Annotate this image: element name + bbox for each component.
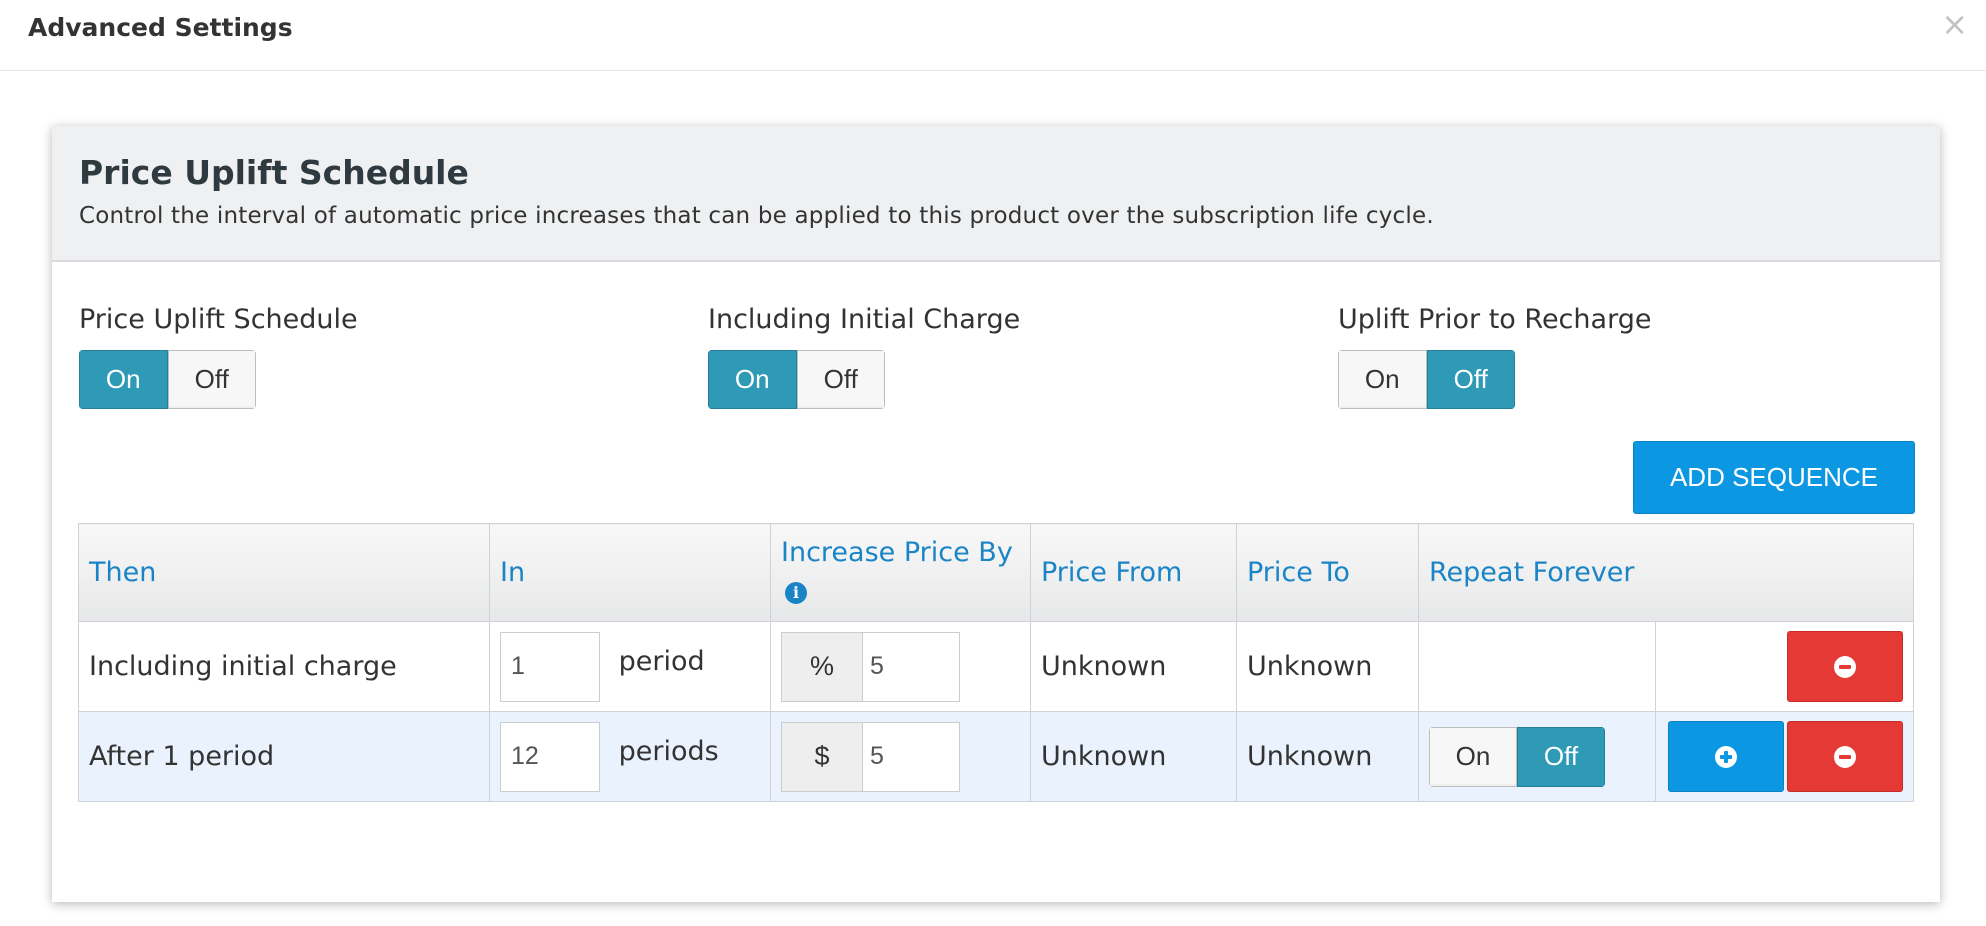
repeat-cell: On Off — [1418, 711, 1656, 802]
toggle-on-option[interactable]: On — [1338, 350, 1427, 409]
minus-circle-icon — [1834, 745, 1856, 768]
panel-title: Price Uplift Schedule — [79, 153, 469, 192]
panel-header: Price Uplift Schedule Control the interv… — [52, 126, 1940, 262]
including-initial-charge-toggle: On Off — [708, 350, 885, 409]
toggle-off-option[interactable]: Off — [1517, 726, 1605, 787]
price-from-cell: Unknown — [1030, 621, 1237, 712]
price-to-cell: Unknown — [1236, 711, 1419, 802]
header-label: Increase Price By — [781, 536, 1013, 568]
close-icon[interactable]: × — [1941, 8, 1968, 40]
column-header-price-from[interactable]: Price From — [1030, 523, 1237, 622]
increase-cell: % — [770, 621, 1031, 712]
row-actions — [1666, 721, 1903, 792]
table-row: Including initial charge period % Unknow… — [78, 621, 1914, 712]
increase-input-group: % — [781, 631, 960, 702]
toggle-label: Uplift Prior to Recharge — [1338, 304, 1652, 335]
row-actions — [1666, 631, 1903, 702]
increase-amount-input[interactable] — [862, 631, 960, 702]
then-cell: Including initial charge — [78, 621, 490, 712]
period-count-input[interactable] — [500, 631, 600, 702]
price-from-cell: Unknown — [1030, 711, 1237, 802]
toggle-label: Including Initial Charge — [708, 304, 1021, 335]
panel-description: Control the interval of automatic price … — [79, 203, 1434, 229]
modal-header: Advanced Settings × — [0, 0, 1986, 71]
header-label: Repeat Forever — [1429, 556, 1635, 588]
minus-circle-icon — [1834, 655, 1856, 678]
add-sequence-button[interactable]: ADD SEQUENCE — [1633, 441, 1915, 514]
uplift-schedule-table: Then In Increase Price By i Price From P… — [78, 523, 1914, 802]
add-row-button[interactable] — [1668, 721, 1784, 792]
header-label: Price To — [1247, 556, 1350, 588]
modal-title: Advanced Settings — [28, 13, 293, 42]
repeat-cell — [1418, 621, 1656, 712]
table-row: After 1 period periods $ Unknown Unknown… — [78, 711, 1914, 802]
column-header-in[interactable]: In — [489, 523, 771, 622]
actions-cell — [1655, 621, 1914, 712]
price-to-cell: Unknown — [1236, 621, 1419, 712]
info-icon[interactable]: i — [785, 582, 807, 604]
price-uplift-schedule-toggle-group: Price Uplift Schedule On Off — [79, 304, 358, 409]
period-count-input[interactable] — [500, 721, 600, 792]
increase-type-addon[interactable]: % — [781, 631, 862, 702]
remove-row-button[interactable] — [1787, 631, 1903, 702]
period-unit: periods — [618, 736, 719, 767]
column-header-price-to[interactable]: Price To — [1236, 523, 1419, 622]
column-header-then[interactable]: Then — [78, 523, 490, 622]
price-uplift-schedule-toggle: On Off — [79, 350, 256, 409]
header-label: Then — [89, 556, 157, 588]
increase-input-group: $ — [781, 721, 960, 792]
toggle-label: Price Uplift Schedule — [79, 304, 358, 335]
uplift-prior-to-recharge-toggle-group: Uplift Prior to Recharge On Off — [1338, 304, 1651, 409]
toggle-on-option[interactable]: On — [1429, 726, 1517, 787]
remove-row-button[interactable] — [1787, 721, 1903, 792]
period-unit: period — [618, 646, 705, 677]
header-label: In — [500, 556, 526, 588]
in-cell: periods — [489, 711, 771, 802]
header-label: Price From — [1041, 556, 1183, 588]
repeat-forever-toggle: On Off — [1429, 726, 1605, 787]
uplift-prior-to-recharge-toggle: On Off — [1338, 350, 1515, 409]
column-header-increase-price-by[interactable]: Increase Price By i — [770, 523, 1031, 622]
toggle-on-option[interactable]: On — [79, 350, 168, 409]
price-uplift-panel: Price Uplift Schedule Control the interv… — [52, 126, 1940, 902]
actions-cell — [1655, 711, 1914, 802]
toggle-off-option[interactable]: Off — [796, 350, 885, 409]
column-header-repeat-forever[interactable]: Repeat Forever — [1418, 523, 1914, 622]
table-header-row: Then In Increase Price By i Price From P… — [78, 523, 1914, 622]
toggle-off-option[interactable]: Off — [167, 350, 256, 409]
increase-amount-input[interactable] — [862, 721, 960, 792]
increase-type-addon[interactable]: $ — [781, 721, 862, 792]
including-initial-charge-toggle-group: Including Initial Charge On Off — [708, 304, 1020, 409]
plus-circle-icon — [1715, 745, 1737, 768]
toggle-on-option[interactable]: On — [708, 350, 797, 409]
in-cell: period — [489, 621, 771, 712]
increase-cell: $ — [770, 711, 1031, 802]
then-cell: After 1 period — [78, 711, 490, 802]
toggle-off-option[interactable]: Off — [1426, 350, 1515, 409]
